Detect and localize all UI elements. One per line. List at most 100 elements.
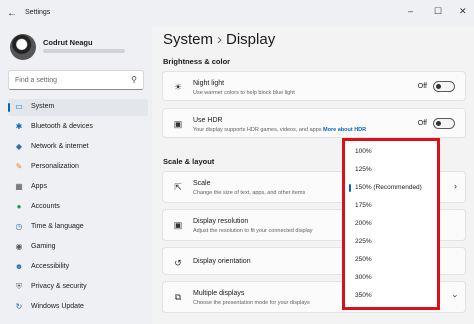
night-light-toggle[interactable]: [433, 81, 455, 92]
setting-title: Display orientation: [193, 258, 251, 265]
sidebar-item-bluetooth[interactable]: ✱ Bluetooth & devices: [8, 119, 148, 136]
scale-option-350[interactable]: 350%: [345, 287, 437, 305]
shield-icon: ⛨: [16, 282, 22, 291]
sidebar-item-accounts[interactable]: ● Accounts: [8, 199, 148, 216]
monitor-icon: ▭: [15, 102, 23, 111]
setting-description: Change the size of text, apps, and other…: [193, 190, 306, 196]
globe-clock-icon: ◷: [15, 222, 23, 231]
accessibility-icon: ☻: [14, 262, 24, 271]
setting-title: Multiple displays: [193, 290, 245, 297]
scale-option-125[interactable]: 125%: [345, 161, 437, 179]
person-icon: ●: [16, 202, 22, 211]
search-icon: ⚲: [131, 75, 137, 84]
app-title: Settings: [25, 9, 51, 16]
more-about-hdr-link[interactable]: More about HDR: [323, 127, 366, 133]
scale-icon: ⇱: [174, 182, 182, 192]
sidebar-item-label: Accessibility: [31, 263, 70, 270]
scale-option-175[interactable]: 175%: [345, 197, 437, 215]
setting-description: Choose the presentation mode for your di…: [193, 300, 310, 306]
sidebar-item-network[interactable]: ◆ Network & internet: [8, 139, 148, 156]
hdr-row[interactable]: ▣ Use HDR Your display supports HDR game…: [162, 108, 466, 138]
option-label: 100%: [355, 148, 372, 155]
setting-title: Display resolution: [193, 218, 249, 225]
brush-icon: ✎: [15, 162, 23, 171]
chevron-right-icon: ›: [217, 31, 223, 48]
toggle-state-label: Off: [417, 83, 427, 90]
sidebar-item-label: Windows Update: [31, 303, 84, 310]
toggle-state-label: Off: [417, 120, 427, 127]
sidebar-item-personalization[interactable]: ✎ Personalization: [8, 159, 148, 176]
scale-option-100[interactable]: 100%: [345, 143, 437, 161]
selected-indicator: [349, 184, 351, 192]
sidebar-item-label: Privacy & security: [31, 283, 87, 290]
search-input[interactable]: Find a setting ⚲: [8, 70, 144, 90]
scale-option-225[interactable]: 225%: [345, 233, 437, 251]
bluetooth-icon: ✱: [15, 122, 23, 131]
sidebar-item-label: Apps: [31, 183, 47, 190]
scale-option-300[interactable]: 300%: [345, 269, 437, 287]
search-placeholder: Find a setting: [15, 77, 58, 84]
hdr-description-text: Your display supports HDR games, videos,…: [193, 127, 322, 133]
sidebar-item-privacy[interactable]: ⛨ Privacy & security: [8, 279, 148, 296]
option-label: 125%: [355, 166, 372, 173]
sidebar: Codrut Neagu Find a setting ⚲ ▭ System ✱…: [0, 26, 152, 324]
refresh-icon: ↻: [15, 302, 23, 311]
setting-title: Scale: [193, 180, 211, 187]
option-label: 200%: [355, 220, 372, 227]
resolution-icon: ▣: [173, 220, 183, 230]
option-label: 225%: [355, 238, 372, 245]
section-heading-brightness: Brightness & color: [163, 57, 231, 66]
sidebar-item-label: Network & internet: [31, 143, 89, 150]
sidebar-item-system[interactable]: ▭ System: [8, 99, 148, 116]
sidebar-item-windows-update[interactable]: ↻ Windows Update: [8, 299, 148, 316]
setting-description: Use warmer colors to help block blue lig…: [193, 90, 295, 96]
breadcrumb-parent[interactable]: System: [163, 31, 213, 48]
option-label: 350%: [355, 292, 372, 299]
sidebar-item-label: Personalization: [31, 163, 79, 170]
maximize-button[interactable]: ☐: [434, 6, 442, 17]
sidebar-item-apps[interactable]: ▦ Apps: [8, 179, 148, 196]
scale-option-200[interactable]: 200%: [345, 215, 437, 233]
sidebar-item-label: Bluetooth & devices: [31, 123, 93, 130]
sidebar-item-time-language[interactable]: ◷ Time & language: [8, 219, 148, 236]
setting-description: Adjust the resolution to fit your connec…: [193, 228, 313, 234]
chevron-right-icon[interactable]: ›: [454, 181, 457, 191]
setting-title: Use HDR: [193, 117, 223, 124]
apps-icon: ▦: [15, 182, 23, 191]
sun-icon: ☀: [173, 82, 183, 92]
gamepad-icon: ◉: [15, 242, 23, 251]
orientation-icon: ↺: [174, 258, 182, 268]
multiple-displays-icon: ⧉: [174, 292, 182, 302]
wifi-icon: ◆: [15, 142, 23, 151]
breadcrumb: System › Display: [163, 31, 275, 48]
avatar[interactable]: [10, 34, 36, 60]
sidebar-item-gaming[interactable]: ◉ Gaming: [8, 239, 148, 256]
chevron-down-icon[interactable]: ›: [451, 295, 461, 298]
option-label: 175%: [355, 202, 372, 209]
arrow-left-icon[interactable]: ←: [7, 8, 17, 19]
sidebar-item-accessibility[interactable]: ☻ Accessibility: [8, 259, 148, 276]
section-heading-scale-layout: Scale & layout: [163, 157, 215, 166]
option-label: 300%: [355, 274, 372, 281]
sidebar-item-label: System: [31, 103, 55, 110]
hdr-toggle[interactable]: [433, 118, 455, 129]
scale-dropdown-menu[interactable]: 100% 125% 150% (Recommended) 175% 200% 2…: [342, 138, 440, 310]
sidebar-item-label: Time & language: [31, 223, 84, 230]
title-bar: ← Settings – ☐ ✕: [0, 0, 474, 26]
minimize-button[interactable]: –: [408, 6, 413, 16]
night-light-row[interactable]: ☀ Night light Use warmer colors to help …: [162, 71, 466, 101]
option-label: 250%: [355, 256, 372, 263]
close-button[interactable]: ✕: [459, 6, 467, 17]
option-label: 150% (Recommended): [355, 184, 422, 191]
page-title: Display: [226, 31, 276, 48]
sidebar-item-label: Accounts: [31, 203, 60, 210]
active-indicator: [8, 103, 10, 112]
setting-title: Night light: [193, 80, 225, 87]
user-name: Codrut Neagu: [43, 38, 93, 47]
scale-option-150[interactable]: 150% (Recommended): [345, 179, 437, 197]
user-email-redacted: [43, 49, 125, 53]
scale-option-250[interactable]: 250%: [345, 251, 437, 269]
setting-description: Your display supports HDR games, videos,…: [193, 127, 366, 133]
sidebar-item-label: Gaming: [31, 243, 56, 250]
hdr-icon: ▣: [173, 119, 183, 129]
